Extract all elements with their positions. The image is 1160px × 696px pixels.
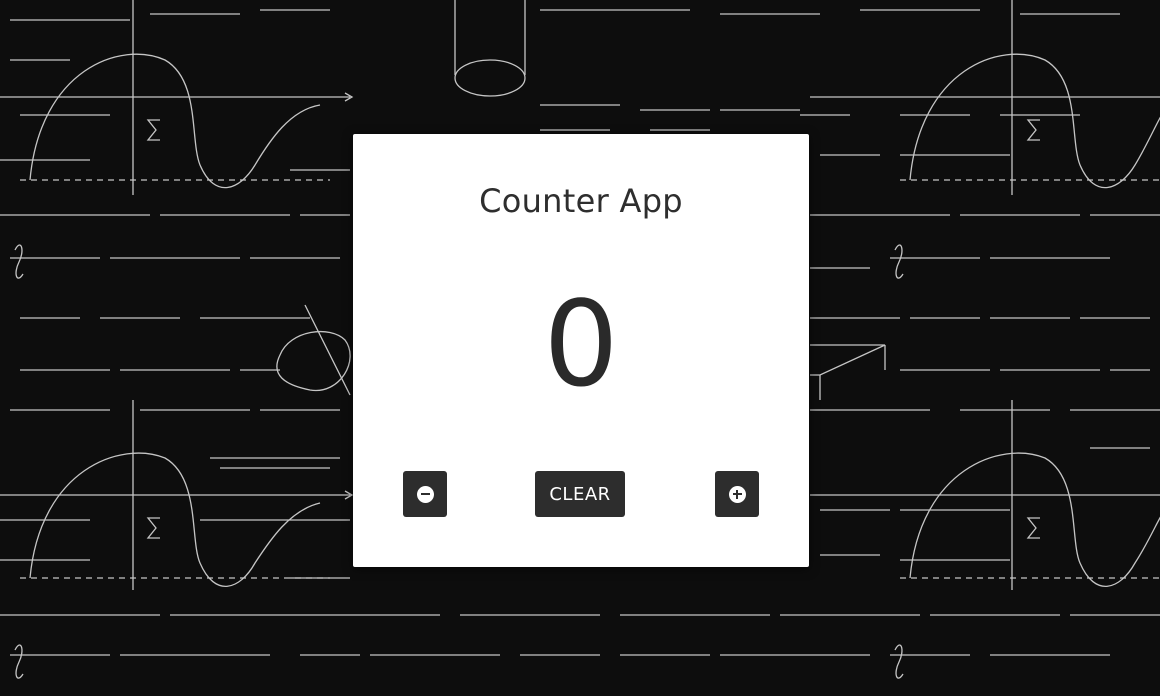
increment-button[interactable] (715, 471, 759, 517)
app-title: Counter App (479, 182, 683, 220)
decrement-button[interactable] (403, 471, 447, 517)
clear-button[interactable]: CLEAR (535, 471, 625, 517)
counter-card: Counter App 0 CLEAR (353, 134, 809, 567)
counter-value: 0 (543, 275, 619, 413)
plus-circle-icon (728, 485, 746, 503)
minus-circle-icon (416, 485, 434, 503)
